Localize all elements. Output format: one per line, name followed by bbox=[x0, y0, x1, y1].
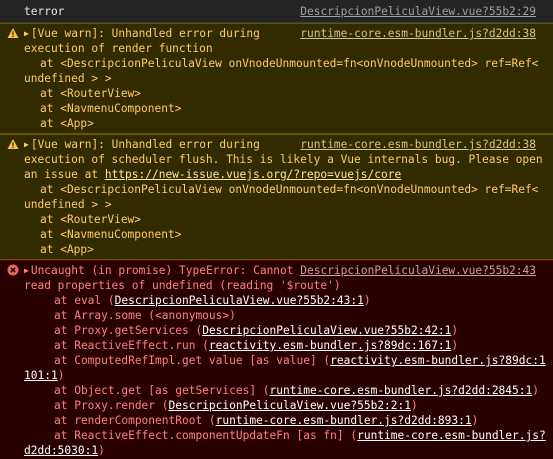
stack-frame-text: at renderComponentRoot ( bbox=[54, 414, 216, 427]
expand-triangle-icon[interactable]: ▶ bbox=[24, 29, 29, 38]
error-line: Uncaught (in promise) TypeError: Cannot bbox=[30, 264, 294, 277]
warn1-trace-line: undefined > > bbox=[24, 72, 112, 85]
stack-frame: at ComputedRefImpl.get value [as value] … bbox=[24, 353, 546, 368]
console-log-message: terror DescripcionPeliculaView.vue?55b2:… bbox=[0, 0, 553, 23]
stack-frame-text: at eval ( bbox=[54, 294, 115, 307]
error-stack: at eval (DescripcionPeliculaView.vue?55b… bbox=[24, 293, 546, 459]
stack-frame-text: ) bbox=[57, 369, 65, 382]
stack-frame-text: ) bbox=[471, 414, 479, 427]
expand-triangle-icon[interactable]: ▶ bbox=[24, 266, 29, 275]
devtools-console: terror DescripcionPeliculaView.vue?55b2:… bbox=[0, 0, 553, 459]
stack-frame-link[interactable]: 101:1 bbox=[24, 369, 58, 382]
stack-frame-text: at ReactiveEffect.run ( bbox=[54, 339, 209, 352]
warn2-trace-line: at <RouterView> bbox=[40, 213, 142, 226]
stack-frame: at ReactiveEffect.run (reactivity.esm-bu… bbox=[24, 338, 537, 353]
warn1-line: [Vue warn]: Unhandled error during bbox=[30, 27, 260, 40]
stack-frame-text: ) bbox=[451, 324, 459, 337]
stack-frame-link[interactable]: d2dd:5030:1 bbox=[24, 444, 98, 457]
warn1-trace-line: at <App> bbox=[40, 117, 94, 130]
stack-frame-text: at Proxy.getServices ( bbox=[54, 324, 203, 337]
warn1-trace-line: at <RouterView> bbox=[40, 87, 142, 100]
console-warning-render: runtime-core.esm-bundler.js?d2dd:38 ▶ [Vu… bbox=[0, 23, 553, 134]
issue-link[interactable]: https://new-issue.vuejs.org/?repo=vuejs/… bbox=[105, 168, 401, 181]
stack-frame: at Proxy.render (DescripcionPeliculaView… bbox=[24, 398, 537, 413]
warn2-trace-line: at <NavmenuComponent> bbox=[40, 228, 182, 241]
error-line: read properties of undefined (reading '$… bbox=[24, 279, 341, 292]
stack-frame-text: at ReactiveEffect.componentUpdateFn [as … bbox=[54, 429, 358, 442]
warn1-trace-line: at <NavmenuComponent> bbox=[40, 102, 182, 115]
warn1-line: execution of render function bbox=[24, 42, 213, 55]
stack-frame-text: at Proxy.render ( bbox=[54, 399, 169, 412]
stack-frame: at eval (DescripcionPeliculaView.vue?55b… bbox=[24, 293, 537, 308]
stack-frame-link[interactable]: reactivity.esm-bundler.js?89dc:1 bbox=[330, 354, 546, 367]
stack-frame: at renderComponentRoot (runtime-core.esm… bbox=[24, 413, 537, 428]
stack-frame-text: ) bbox=[451, 339, 459, 352]
warn1-trace-line: at <DescripcionPeliculaView onVnodeUnmou… bbox=[40, 57, 539, 70]
warn2-line: [Vue warn]: Unhandled error during bbox=[30, 138, 260, 151]
stack-frame-link[interactable]: reactivity.esm-bundler.js?89dc:167:1 bbox=[209, 339, 451, 352]
warn2-line: execution of scheduler flush. This is li… bbox=[24, 153, 543, 166]
expand-triangle-icon[interactable]: ▶ bbox=[24, 140, 29, 149]
warning-icon bbox=[7, 139, 19, 149]
stack-frame-text: ) bbox=[363, 294, 371, 307]
stack-frame-text: ) bbox=[98, 444, 105, 457]
stack-frame-text: ) bbox=[532, 384, 539, 397]
console-warning-scheduler: runtime-core.esm-bundler.js?d2dd:38 ▶ [Vu… bbox=[0, 134, 553, 260]
stack-frame-text: at ComputedRefImpl.get value [as value] … bbox=[54, 354, 331, 367]
warning-icon bbox=[7, 28, 19, 38]
stack-frame: at Object.get [as getServices] (runtime-… bbox=[24, 383, 539, 398]
warn2-trace-line: at <App> bbox=[40, 243, 94, 256]
error-source-link[interactable]: DescripcionPeliculaView.vue?55b2:43 bbox=[294, 263, 536, 278]
stack-frame-link[interactable]: DescripcionPeliculaView.vue?55b2:43:1 bbox=[115, 294, 364, 307]
console-error: DescripcionPeliculaView.vue?55b2:43 ▶ Unc… bbox=[0, 260, 553, 459]
stack-frame-link[interactable]: DescripcionPeliculaView.vue?55b2:42:1 bbox=[202, 324, 451, 337]
error-icon bbox=[7, 264, 19, 276]
stack-frame-text: at Array.some (<anonymous>) bbox=[54, 309, 236, 322]
warn2-source-link[interactable]: runtime-core.esm-bundler.js?d2dd:38 bbox=[294, 137, 536, 152]
warn2-trace-line: undefined > > bbox=[24, 198, 112, 211]
stack-frame: at Proxy.getServices (DescripcionPelicul… bbox=[24, 323, 537, 338]
stack-frame: d2dd:5030:1) bbox=[24, 443, 537, 458]
stack-frame-link[interactable]: runtime-core.esm-bundler.js?d2dd:2845:1 bbox=[270, 384, 533, 397]
stack-frame-link[interactable]: runtime-core.esm-bundler.js?d2dd:893:1 bbox=[216, 414, 472, 427]
stack-frame-text: ) bbox=[411, 399, 418, 412]
stack-frame-link[interactable]: DescripcionPeliculaView.vue?55b2:2:1 bbox=[169, 399, 411, 412]
stack-frame-text: at Object.get [as getServices] ( bbox=[54, 384, 270, 397]
stack-frame: at ReactiveEffect.componentUpdateFn [as … bbox=[24, 428, 546, 443]
stack-frame: 101:1) bbox=[24, 368, 537, 383]
warn2-line: an issue at bbox=[24, 168, 105, 181]
warn1-source-link[interactable]: runtime-core.esm-bundler.js?d2dd:38 bbox=[294, 26, 536, 41]
warn2-trace-line: at <DescripcionPeliculaView onVnodeUnmou… bbox=[40, 183, 539, 196]
log-source-link[interactable]: DescripcionPeliculaView.vue?55b2:29 bbox=[294, 4, 536, 19]
stack-frame: at Array.some (<anonymous>) bbox=[24, 308, 537, 323]
stack-frame-link[interactable]: runtime-core.esm-bundler.js? bbox=[357, 429, 546, 442]
